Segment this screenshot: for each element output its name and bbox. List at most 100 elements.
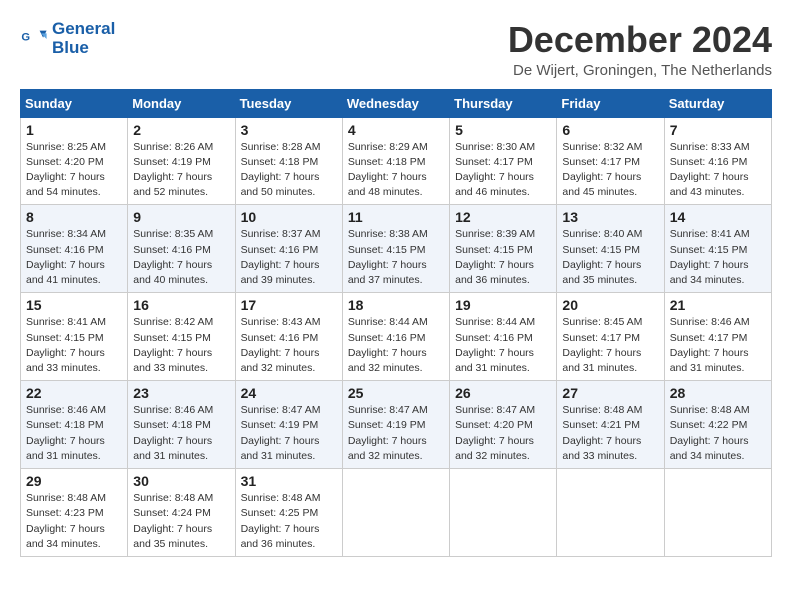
day-info: Sunrise: 8:28 AM Sunset: 4:18 PM Dayligh… [241,140,337,201]
calendar-cell: 7 Sunrise: 8:33 AM Sunset: 4:16 PM Daylig… [664,117,771,205]
day-number: 12 [455,209,551,225]
day-info: Sunrise: 8:38 AM Sunset: 4:15 PM Dayligh… [348,227,444,288]
calendar-cell: 18 Sunrise: 8:44 AM Sunset: 4:16 PM Dayli… [342,293,449,381]
weekday-header-row: SundayMondayTuesdayWednesdayThursdayFrid… [21,89,772,117]
day-number: 1 [26,122,122,138]
day-number: 2 [133,122,229,138]
day-number: 24 [241,385,337,401]
calendar-cell: 14 Sunrise: 8:41 AM Sunset: 4:15 PM Dayli… [664,205,771,293]
day-info: Sunrise: 8:26 AM Sunset: 4:19 PM Dayligh… [133,140,229,201]
calendar-cell: 17 Sunrise: 8:43 AM Sunset: 4:16 PM Dayli… [235,293,342,381]
weekday-header-cell: Sunday [21,89,128,117]
day-info: Sunrise: 8:48 AM Sunset: 4:22 PM Dayligh… [670,403,766,464]
day-info: Sunrise: 8:37 AM Sunset: 4:16 PM Dayligh… [241,227,337,288]
day-info: Sunrise: 8:42 AM Sunset: 4:15 PM Dayligh… [133,315,229,376]
calendar-week-row: 1 Sunrise: 8:25 AM Sunset: 4:20 PM Daylig… [21,117,772,205]
day-number: 20 [562,297,658,313]
day-info: Sunrise: 8:39 AM Sunset: 4:15 PM Dayligh… [455,227,551,288]
day-info: Sunrise: 8:46 AM Sunset: 4:18 PM Dayligh… [133,403,229,464]
day-info: Sunrise: 8:47 AM Sunset: 4:20 PM Dayligh… [455,403,551,464]
day-number: 8 [26,209,122,225]
day-number: 18 [348,297,444,313]
day-info: Sunrise: 8:44 AM Sunset: 4:16 PM Dayligh… [348,315,444,376]
day-number: 30 [133,473,229,489]
day-number: 31 [241,473,337,489]
day-number: 16 [133,297,229,313]
calendar-cell: 31 Sunrise: 8:48 AM Sunset: 4:25 PM Dayli… [235,469,342,557]
day-info: Sunrise: 8:40 AM Sunset: 4:15 PM Dayligh… [562,227,658,288]
calendar-cell: 21 Sunrise: 8:46 AM Sunset: 4:17 PM Dayli… [664,293,771,381]
day-number: 28 [670,385,766,401]
day-number: 13 [562,209,658,225]
day-number: 11 [348,209,444,225]
day-number: 7 [670,122,766,138]
day-number: 26 [455,385,551,401]
calendar-cell: 30 Sunrise: 8:48 AM Sunset: 4:24 PM Dayli… [128,469,235,557]
day-number: 22 [26,385,122,401]
calendar-cell: 8 Sunrise: 8:34 AM Sunset: 4:16 PM Daylig… [21,205,128,293]
day-info: Sunrise: 8:47 AM Sunset: 4:19 PM Dayligh… [241,403,337,464]
day-info: Sunrise: 8:33 AM Sunset: 4:16 PM Dayligh… [670,140,766,201]
calendar-week-row: 29 Sunrise: 8:48 AM Sunset: 4:23 PM Dayli… [21,469,772,557]
calendar-cell: 24 Sunrise: 8:47 AM Sunset: 4:19 PM Dayli… [235,381,342,469]
day-number: 10 [241,209,337,225]
calendar-cell: 16 Sunrise: 8:42 AM Sunset: 4:15 PM Dayli… [128,293,235,381]
day-info: Sunrise: 8:34 AM Sunset: 4:16 PM Dayligh… [26,227,122,288]
logo-text: General Blue [52,20,115,57]
day-info: Sunrise: 8:43 AM Sunset: 4:16 PM Dayligh… [241,315,337,376]
calendar-cell: 4Sunrise: 8:29 AM Sunset: 4:18 PM Daylig… [342,117,449,205]
calendar-cell: 29 Sunrise: 8:48 AM Sunset: 4:23 PM Dayli… [21,469,128,557]
day-info: Sunrise: 8:44 AM Sunset: 4:16 PM Dayligh… [455,315,551,376]
month-title: December 2024 [508,20,772,60]
weekday-header-cell: Tuesday [235,89,342,117]
calendar-cell: 6Sunrise: 8:32 AM Sunset: 4:17 PM Daylig… [557,117,664,205]
calendar-cell: 11 Sunrise: 8:38 AM Sunset: 4:15 PM Dayli… [342,205,449,293]
day-info: Sunrise: 8:45 AM Sunset: 4:17 PM Dayligh… [562,315,658,376]
day-info: Sunrise: 8:25 AM Sunset: 4:20 PM Dayligh… [26,140,122,201]
day-info: Sunrise: 8:48 AM Sunset: 4:24 PM Dayligh… [133,491,229,552]
day-info: Sunrise: 8:48 AM Sunset: 4:23 PM Dayligh… [26,491,122,552]
calendar-cell: 19 Sunrise: 8:44 AM Sunset: 4:16 PM Dayli… [450,293,557,381]
day-number: 19 [455,297,551,313]
calendar-cell: 22Sunrise: 8:46 AM Sunset: 4:18 PM Dayli… [21,381,128,469]
day-number: 23 [133,385,229,401]
day-number: 29 [26,473,122,489]
calendar-cell [557,469,664,557]
day-number: 21 [670,297,766,313]
calendar-cell: 10 Sunrise: 8:37 AM Sunset: 4:16 PM Dayli… [235,205,342,293]
weekday-header-cell: Wednesday [342,89,449,117]
weekday-header-cell: Monday [128,89,235,117]
weekday-header-cell: Thursday [450,89,557,117]
calendar-cell: 26 Sunrise: 8:47 AM Sunset: 4:20 PM Dayli… [450,381,557,469]
day-number: 17 [241,297,337,313]
calendar-week-row: 15Sunrise: 8:41 AM Sunset: 4:15 PM Dayli… [21,293,772,381]
day-info: Sunrise: 8:46 AM Sunset: 4:17 PM Dayligh… [670,315,766,376]
calendar-cell: 5Sunrise: 8:30 AM Sunset: 4:17 PM Daylig… [450,117,557,205]
day-number: 27 [562,385,658,401]
day-number: 3 [241,122,337,138]
calendar-cell: 27Sunrise: 8:48 AM Sunset: 4:21 PM Dayli… [557,381,664,469]
calendar-week-row: 22 Sunrise: 8:46 AM Sunset: 4:18 PM Dayli… [21,381,772,469]
calendar-cell [664,469,771,557]
day-number: 9 [133,209,229,225]
day-info: Sunrise: 8:30 AM Sunset: 4:17 PM Dayligh… [455,140,551,201]
weekday-header-cell: Friday [557,89,664,117]
calendar-cell: 13 Sunrise: 8:40 AM Sunset: 4:15 PM Dayli… [557,205,664,293]
day-info: Sunrise: 8:41 AM Sunset: 4:15 PM Dayligh… [670,227,766,288]
calendar-cell: 9 Sunrise: 8:35 AM Sunset: 4:16 PM Daylig… [128,205,235,293]
day-number: 25 [348,385,444,401]
day-info: Sunrise: 8:41 AM Sunset: 4:15 PM Dayligh… [26,315,122,376]
calendar-table: SundayMondayTuesdayWednesdayThursdayFrid… [20,89,772,557]
calendar-body: 1 Sunrise: 8:25 AM Sunset: 4:20 PM Daylig… [21,117,772,556]
day-info: Sunrise: 8:35 AM Sunset: 4:16 PM Dayligh… [133,227,229,288]
day-info: Sunrise: 8:47 AM Sunset: 4:19 PM Dayligh… [348,403,444,464]
day-info: Sunrise: 8:48 AM Sunset: 4:25 PM Dayligh… [241,491,337,552]
day-info: Sunrise: 8:29 AM Sunset: 4:18 PM Dayligh… [348,140,444,201]
calendar-cell: 3 Sunrise: 8:28 AM Sunset: 4:18 PM Daylig… [235,117,342,205]
calendar-cell [450,469,557,557]
calendar-cell: 15Sunrise: 8:41 AM Sunset: 4:15 PM Dayli… [21,293,128,381]
day-number: 14 [670,209,766,225]
page-header: G General Blue December 2024 De Wijert, … [20,20,772,79]
calendar-cell: 23 Sunrise: 8:46 AM Sunset: 4:18 PM Dayli… [128,381,235,469]
calendar-cell [342,469,449,557]
